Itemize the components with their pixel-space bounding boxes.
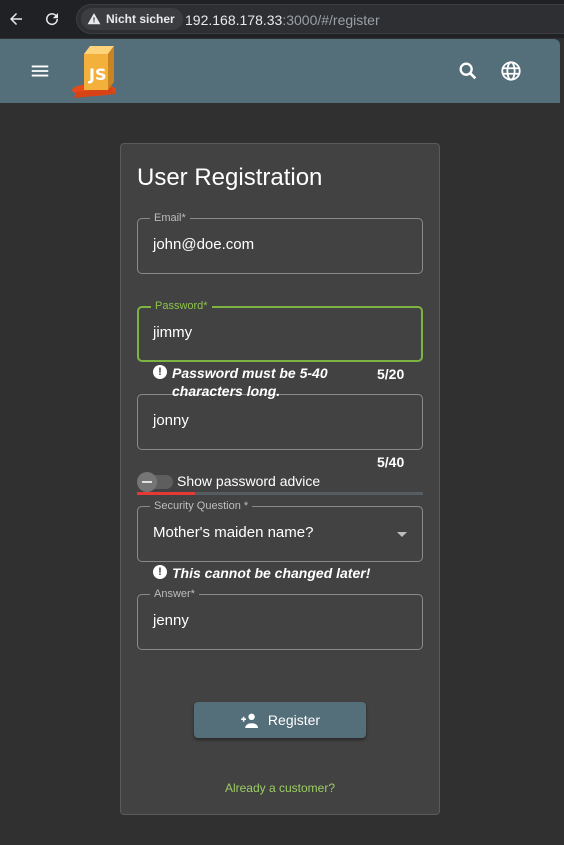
menu-icon[interactable] bbox=[28, 59, 52, 83]
url-path: :3000/#/register bbox=[282, 12, 380, 28]
security-label: Nicht sicher bbox=[106, 12, 175, 26]
dropdown-arrow-icon[interactable] bbox=[397, 532, 407, 537]
search-icon[interactable] bbox=[456, 59, 480, 83]
answer-field[interactable]: Answer* jenny bbox=[137, 587, 423, 650]
alert-icon: ! bbox=[153, 565, 167, 579]
url-text: 192.168.178.33:3000/#/register bbox=[185, 12, 380, 28]
password-hint-text: Password must be 5-40 characters long. bbox=[172, 365, 328, 399]
browser-toolbar: Nicht sicher 192.168.178.33:3000/#/regis… bbox=[0, 0, 564, 38]
toggle-thumb[interactable] bbox=[137, 472, 157, 492]
security-indicator[interactable]: Nicht sicher bbox=[81, 8, 183, 30]
juice-shop-logo[interactable]: JS bbox=[70, 42, 122, 100]
email-field[interactable]: Email* john@doe.com bbox=[137, 211, 423, 274]
repeat-password-value: jonny bbox=[153, 412, 189, 429]
registration-card: User Registration Email* john@doe.com Pa… bbox=[120, 143, 440, 815]
answer-label: Answer* bbox=[150, 587, 199, 601]
security-question-hint: ! This cannot be changed later! bbox=[153, 564, 370, 582]
address-bar[interactable]: Nicht sicher 192.168.178.33:3000/#/regis… bbox=[76, 4, 564, 34]
password-field[interactable]: Password* jimmy bbox=[137, 299, 423, 362]
svg-text:JS: JS bbox=[88, 65, 106, 84]
password-strength-track bbox=[195, 492, 423, 495]
person-add-icon bbox=[241, 713, 258, 728]
page-title: User Registration bbox=[137, 164, 323, 191]
email-value: john@doe.com bbox=[153, 236, 255, 253]
toggle-label: Show password advice bbox=[177, 473, 321, 489]
security-question-label: Security Question * bbox=[150, 499, 253, 513]
password-value: jimmy bbox=[153, 324, 193, 341]
answer-value: jenny bbox=[153, 612, 189, 629]
globe-icon[interactable] bbox=[499, 59, 523, 83]
password-label: Password* bbox=[151, 299, 212, 313]
repeat-password-counter: 5/40 bbox=[377, 454, 405, 470]
register-button[interactable]: Register bbox=[194, 702, 366, 738]
already-customer-link[interactable]: Already a customer? bbox=[121, 781, 439, 795]
warning-icon bbox=[87, 13, 101, 25]
email-label: Email* bbox=[150, 211, 190, 225]
reload-icon[interactable] bbox=[42, 9, 62, 29]
password-advice-toggle[interactable]: Show password advice bbox=[137, 470, 423, 494]
security-hint-text: This cannot be changed later! bbox=[172, 565, 371, 581]
register-label: Register bbox=[267, 712, 321, 728]
password-counter: 5/20 bbox=[377, 366, 405, 382]
app-toolbar: JS bbox=[0, 39, 560, 103]
url-host: 192.168.178.33 bbox=[185, 12, 283, 28]
password-strength-bar bbox=[137, 492, 195, 495]
repeat-password-field[interactable]: jonny bbox=[137, 394, 423, 450]
security-question-value: Mother's maiden name? bbox=[153, 524, 314, 541]
password-hint: ! Password must be 5-40 characters long. bbox=[153, 364, 338, 400]
back-arrow-icon[interactable] bbox=[6, 9, 26, 29]
alert-icon: ! bbox=[153, 365, 167, 379]
security-question-select[interactable]: Security Question * Mother's maiden name… bbox=[137, 499, 423, 562]
